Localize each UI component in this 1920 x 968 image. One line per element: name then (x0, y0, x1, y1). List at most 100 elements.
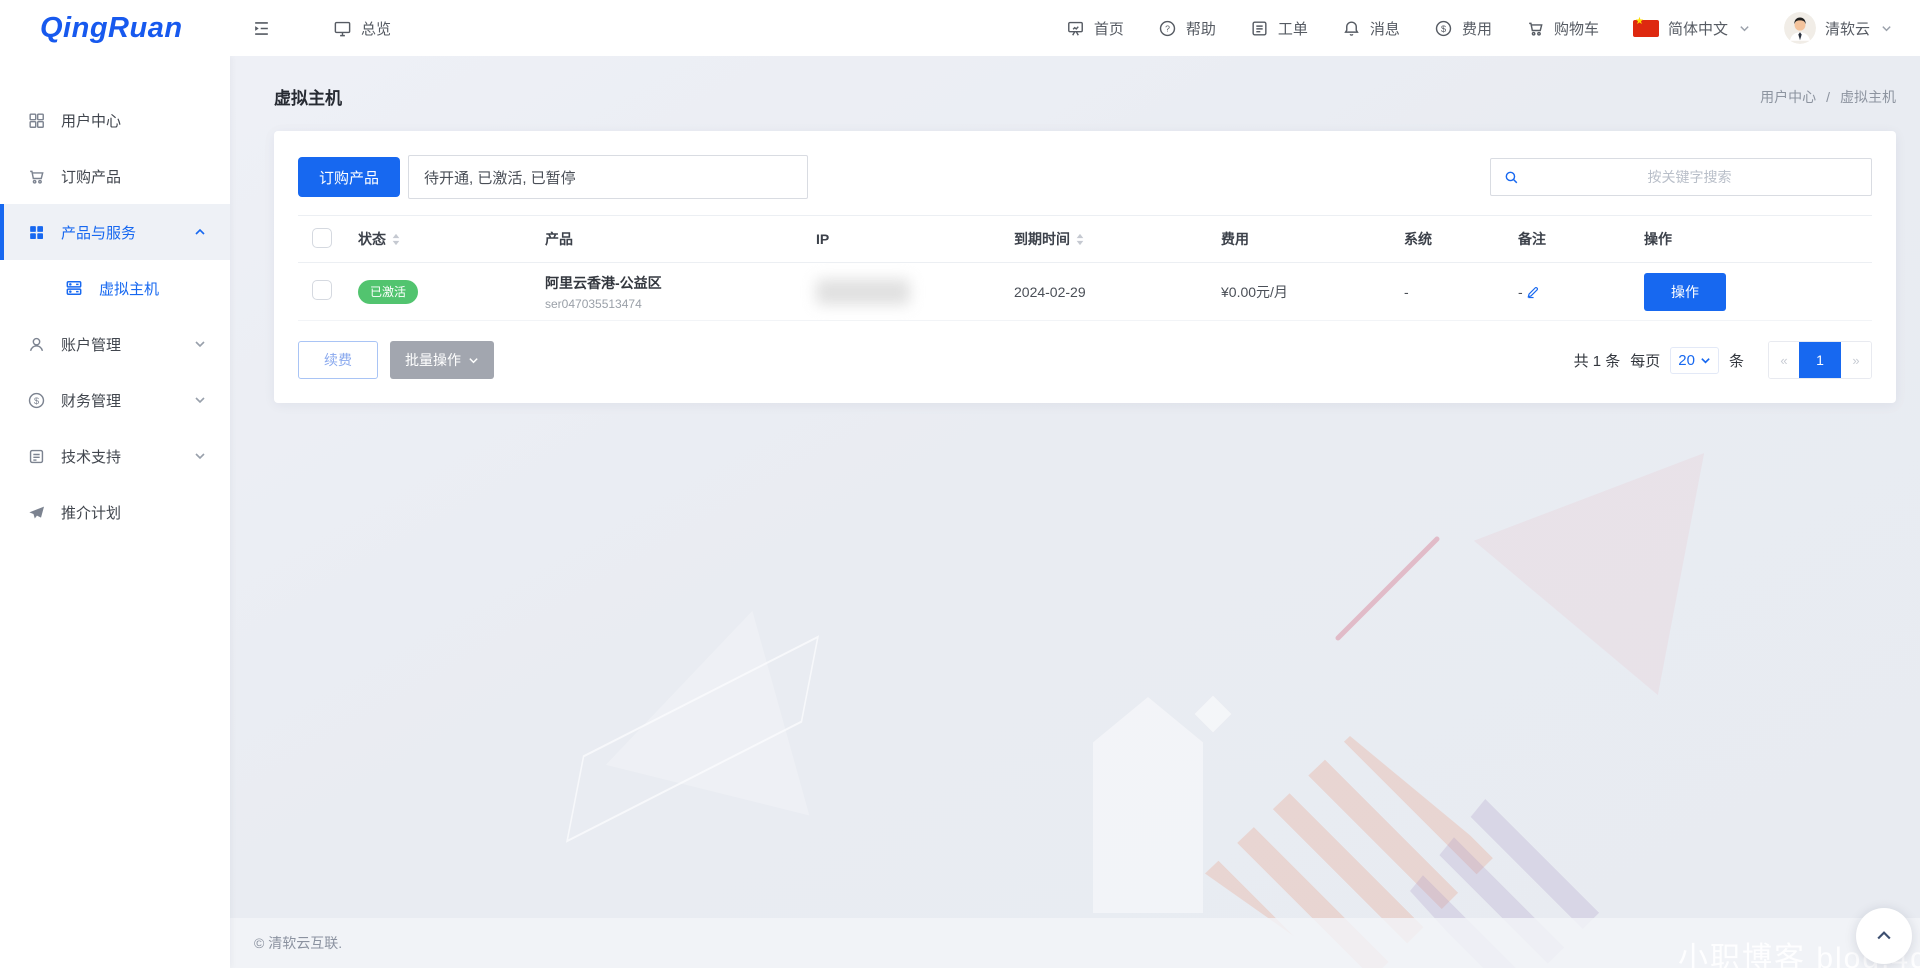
nav-message[interactable]: 消息 (1342, 18, 1400, 39)
column-remark[interactable]: 备注 (1518, 229, 1644, 249)
top-header: QingRuan 总览 首页 ? 帮助 (0, 0, 1920, 56)
nav-home[interactable]: 首页 (1066, 18, 1124, 39)
chevron-down-icon (194, 394, 206, 406)
sidebar-item-support[interactable]: 技术支持 (0, 428, 230, 484)
select-all-checkbox[interactable] (312, 228, 332, 248)
column-action[interactable]: 操作 (1644, 229, 1872, 249)
chevron-up-icon (194, 226, 206, 238)
row-checkbox[interactable] (312, 280, 332, 300)
svg-text:$: $ (1441, 23, 1446, 33)
username-label: 清软云 (1825, 18, 1870, 39)
chevron-down-icon (1881, 23, 1892, 34)
ticket-icon (1250, 19, 1269, 38)
row-action-button[interactable]: 操作 (1644, 273, 1726, 311)
sidebar-item-label: 用户中心 (61, 110, 121, 131)
svg-text:$: $ (34, 395, 39, 405)
column-fee[interactable]: 费用 (1221, 229, 1404, 249)
per-page-prefix: 每页 (1630, 350, 1660, 371)
per-page-select[interactable]: 20 (1670, 347, 1719, 374)
column-product[interactable]: 产品 (545, 229, 816, 249)
next-page-button[interactable]: » (1841, 342, 1871, 378)
chevron-down-icon (468, 355, 479, 366)
background-decoration (1093, 697, 1203, 913)
nav-ticket[interactable]: 工单 (1250, 18, 1308, 39)
per-page-suffix: 条 (1729, 350, 1744, 371)
language-label: 简体中文 (1668, 18, 1728, 39)
sidebar-item-products-services[interactable]: 产品与服务 (0, 204, 230, 260)
status-badge: 已激活 (358, 280, 418, 304)
column-status[interactable]: 状态 (358, 229, 386, 249)
sidebar-item-label: 技术支持 (61, 446, 121, 467)
order-product-button[interactable]: 订购产品 (298, 157, 400, 197)
chevron-up-icon (1874, 926, 1894, 946)
scroll-to-top-button[interactable] (1856, 908, 1912, 964)
sidebar-item-label: 推介计划 (61, 502, 121, 523)
nav-cart[interactable]: 购物车 (1526, 18, 1599, 39)
batch-operation-label: 批量操作 (405, 350, 461, 370)
bell-icon (1342, 19, 1361, 38)
sidebar-item-order-products[interactable]: 订购产品 (0, 148, 230, 204)
help-icon: ? (1158, 19, 1177, 38)
grid-filled-icon (27, 223, 46, 242)
column-system[interactable]: 系统 (1404, 229, 1518, 249)
edit-remark-icon[interactable] (1526, 285, 1540, 299)
breadcrumb-user-center[interactable]: 用户中心 (1760, 87, 1816, 107)
page-footer: © 清软云互联. (230, 918, 1920, 968)
background-decoration (1334, 535, 1440, 641)
per-page-value: 20 (1678, 352, 1695, 369)
nav-message-label: 消息 (1370, 18, 1400, 39)
background-decoration (1474, 376, 1796, 695)
brand-logo[interactable]: QingRuan (40, 12, 252, 45)
sidebar-item-virtual-host[interactable]: 虚拟主机 (0, 260, 230, 316)
sidebar-item-finance[interactable]: $ 财务管理 (0, 372, 230, 428)
nav-help[interactable]: ? 帮助 (1158, 18, 1216, 39)
sidebar-collapse-button[interactable] (252, 19, 271, 38)
table-header: 状态 产品 IP 到期时间 (298, 215, 1872, 263)
page-title: 虚拟主机 (274, 84, 342, 109)
sidebar-item-account[interactable]: 账户管理 (0, 316, 230, 372)
sidebar-item-label: 订购产品 (61, 166, 121, 187)
menu-unfold-icon (252, 19, 271, 38)
chevron-down-icon (194, 450, 206, 462)
pager: « 1 » (1768, 341, 1872, 379)
search-input[interactable] (1520, 169, 1859, 185)
column-ip[interactable]: IP (816, 231, 1014, 247)
sort-icon[interactable] (391, 233, 401, 246)
chevron-down-icon (1739, 23, 1750, 34)
nav-ticket-label: 工单 (1278, 18, 1308, 39)
batch-operation-button[interactable]: 批量操作 (390, 341, 494, 379)
svg-text:?: ? (1165, 23, 1170, 33)
server-icon (64, 278, 84, 298)
table-row: 已激活 阿里云香港-公益区 ser047035513474 2024-02-29… (298, 263, 1872, 321)
search-box[interactable] (1490, 158, 1872, 196)
status-filter-input[interactable] (408, 155, 808, 199)
sidebar-item-label: 虚拟主机 (99, 278, 159, 299)
grid-outline-icon (27, 111, 46, 130)
user-menu[interactable]: 清软云 (1784, 12, 1892, 44)
prev-page-button[interactable]: « (1769, 342, 1799, 378)
sidebar-item-user-center[interactable]: 用户中心 (0, 92, 230, 148)
nav-help-label: 帮助 (1186, 18, 1216, 39)
expire-date: 2024-02-29 (1014, 284, 1221, 300)
board-icon (1066, 19, 1085, 38)
avatar (1784, 12, 1816, 44)
current-page-button[interactable]: 1 (1799, 342, 1841, 378)
product-name: 阿里云香港-公益区 (545, 273, 816, 293)
ip-redacted (816, 279, 910, 305)
nav-billing[interactable]: $ 费用 (1434, 18, 1492, 39)
background-decoration (1195, 696, 1232, 733)
dollar-circle-icon: $ (27, 391, 46, 410)
sidebar-item-referral[interactable]: 推介计划 (0, 484, 230, 540)
paper-plane-icon (27, 503, 46, 522)
sort-icon[interactable] (1075, 233, 1085, 246)
nav-billing-label: 费用 (1462, 18, 1492, 39)
language-switcher[interactable]: ★ 简体中文 (1633, 18, 1750, 39)
nav-cart-label: 购物车 (1554, 18, 1599, 39)
renew-button[interactable]: 续费 (298, 341, 378, 379)
cart-icon (1526, 19, 1545, 38)
system-value: - (1404, 284, 1518, 300)
host-list-card: 订购产品 状态 (274, 131, 1896, 403)
nav-overview[interactable]: 总览 (333, 18, 391, 39)
column-expire[interactable]: 到期时间 (1014, 229, 1070, 249)
breadcrumb-current: 虚拟主机 (1840, 87, 1896, 107)
